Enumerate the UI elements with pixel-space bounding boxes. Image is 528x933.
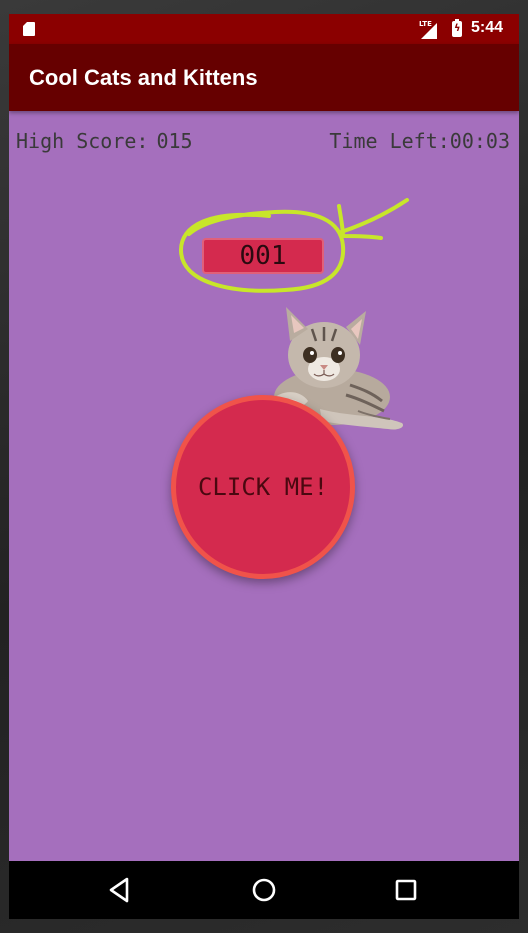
back-icon[interactable] (105, 875, 135, 905)
app-bar: Cool Cats and Kittens (9, 44, 519, 111)
high-score-label: High Score: (16, 129, 149, 153)
status-clock: 5:44 (471, 19, 504, 36)
navigation-bar (9, 861, 519, 919)
phone-frame: LTE ϟ 5:44 Cool Cats and Kittens High Sc… (0, 0, 528, 933)
click-counter: 001 (202, 238, 324, 274)
recents-icon[interactable] (391, 875, 421, 905)
time-left-value: 00:03 (449, 129, 510, 153)
status-bar: LTE ϟ 5:44 (9, 14, 519, 44)
arrow-shaft (339, 198, 409, 234)
home-icon[interactable] (249, 875, 279, 905)
high-score: High Score: 015 (16, 129, 193, 153)
arrow-head (337, 204, 383, 240)
high-score-value: 015 (156, 129, 193, 153)
sd-card-icon (23, 22, 35, 36)
battery-charging-icon: ϟ (452, 19, 462, 37)
time-left-label: Time Left: (329, 129, 450, 153)
time-left: Time Left:00:03 (329, 129, 510, 153)
click-me-button[interactable]: CLICK ME! (171, 395, 355, 579)
app-title: Cool Cats and Kittens (29, 65, 258, 90)
screen: LTE ϟ 5:44 Cool Cats and Kittens High Sc… (9, 14, 519, 919)
signal-icon (421, 23, 437, 39)
